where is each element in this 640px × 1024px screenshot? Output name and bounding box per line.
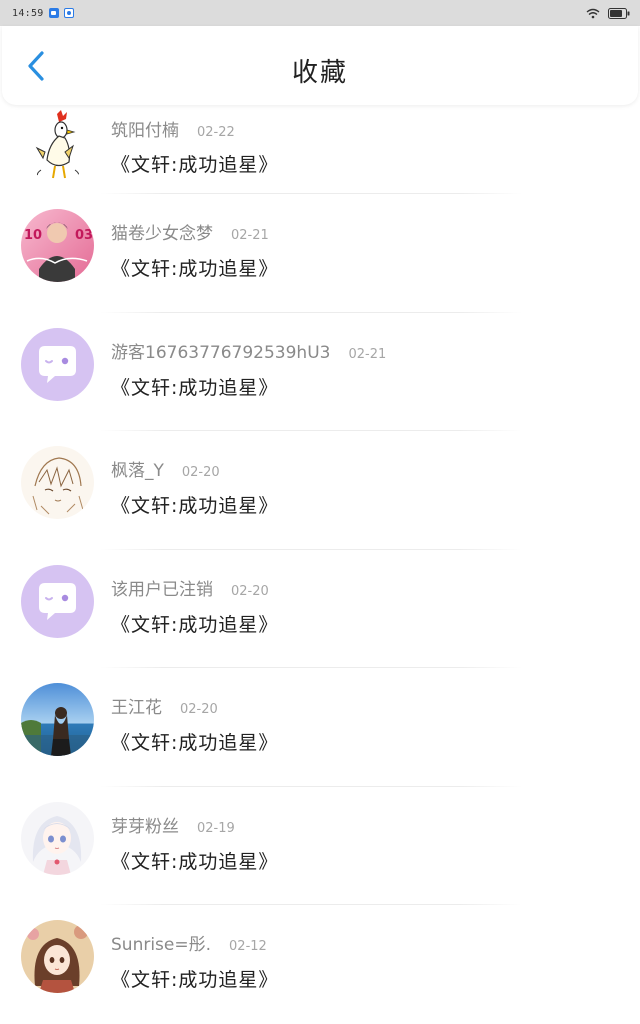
list-item[interactable]: 筑阳付楠 02-22 《文轩:成功追星》 xyxy=(0,106,640,194)
username[interactable]: 猫卷少女念梦 xyxy=(111,219,213,244)
rooster-avatar[interactable] xyxy=(21,108,94,181)
svg-text:03: 03 xyxy=(75,228,93,243)
username[interactable]: 该用户已注销 xyxy=(111,575,213,600)
list-item[interactable]: 枫落_Y 02-20 《文轩:成功追星》 xyxy=(0,431,640,550)
date: 02-20 xyxy=(231,583,269,599)
date: 02-12 xyxy=(229,939,267,954)
list-item[interactable]: 芽芽粉丝 02-19 《文轩:成功追星》 xyxy=(0,787,640,905)
username[interactable]: 王江花 xyxy=(111,693,162,718)
list-item[interactable]: 10 03 猫卷少女念梦 02-21 《文轩:成功追星》 xyxy=(0,194,640,313)
list-item[interactable]: 王江花 02-20 《文轩:成功追星》 xyxy=(0,668,640,787)
header: 收藏 xyxy=(2,26,638,105)
date: 02-19 xyxy=(197,820,235,836)
novel-title[interactable]: 《文轩:成功追星》 xyxy=(111,491,278,518)
list-item[interactable]: 该用户已注销 02-20 《文轩:成功追星》 xyxy=(0,550,640,668)
novel-title[interactable]: 《文轩:成功追星》 xyxy=(111,965,278,992)
sketch-avatar[interactable] xyxy=(21,446,94,519)
date: 02-22 xyxy=(197,125,235,140)
novel-title[interactable]: 《文轩:成功追星》 xyxy=(111,847,278,874)
item-meta: 该用户已注销 02-20 xyxy=(111,575,269,600)
status-bar: 14:59 xyxy=(0,0,640,26)
favorites-list: 筑阳付楠 02-22 《文轩:成功追星》 10 03 猫卷少女念梦 02-21 … xyxy=(0,106,640,1024)
item-meta: 枫落_Y 02-20 xyxy=(111,456,220,481)
username[interactable]: 芽芽粉丝 xyxy=(111,812,179,837)
default-chat-avatar[interactable] xyxy=(21,564,94,638)
battery-icon xyxy=(608,7,630,19)
novel-title[interactable]: 《文轩:成功追星》 xyxy=(111,254,278,281)
item-meta: 筑阳付楠 02-22 xyxy=(111,116,235,141)
novel-title[interactable]: 《文轩:成功追星》 xyxy=(111,150,278,177)
username[interactable]: 游客16763776792539hU3 xyxy=(111,338,330,363)
username[interactable]: Sunrise=彤. xyxy=(111,930,211,955)
username[interactable]: 枫落_Y xyxy=(111,456,164,481)
svg-text:10: 10 xyxy=(24,228,42,243)
date: 02-20 xyxy=(181,465,220,480)
date: 02-21 xyxy=(348,346,387,362)
photo-avatar[interactable]: 10 03 xyxy=(21,209,94,282)
list-item[interactable]: 游客16763776792539hU3 02-21 《文轩:成功追星》 xyxy=(0,313,640,431)
novel-title[interactable]: 《文轩:成功追星》 xyxy=(111,728,278,755)
item-meta: 猫卷少女念梦 02-21 xyxy=(111,219,269,244)
beach-photo-avatar[interactable] xyxy=(21,683,94,756)
novel-title[interactable]: 《文轩:成功追星》 xyxy=(111,373,278,400)
item-meta: Sunrise=彤. 02-12 xyxy=(111,930,267,955)
novel-title[interactable]: 《文轩:成功追星》 xyxy=(111,610,278,637)
item-meta: 王江花 02-20 xyxy=(111,693,218,718)
anime-portrait-avatar[interactable] xyxy=(21,920,94,993)
wifi-icon xyxy=(586,8,600,18)
date: 02-20 xyxy=(180,702,218,717)
status-time: 14:59 xyxy=(12,7,44,19)
item-meta: 游客16763776792539hU3 02-21 xyxy=(111,338,386,363)
username[interactable]: 筑阳付楠 xyxy=(111,116,179,141)
status-left: 14:59 xyxy=(12,8,74,19)
page-title: 收藏 xyxy=(291,58,348,88)
app-notification-icon xyxy=(63,8,74,18)
gallery-notification-icon xyxy=(48,8,59,18)
item-meta: 芽芽粉丝 02-19 xyxy=(111,812,235,837)
status-right xyxy=(586,7,630,19)
date: 02-21 xyxy=(231,228,269,243)
default-chat-avatar[interactable] xyxy=(21,327,94,401)
list-item[interactable]: Sunrise=彤. 02-12 《文轩:成功追星》 xyxy=(0,905,640,1024)
anime-girl-avatar[interactable] xyxy=(21,801,94,875)
